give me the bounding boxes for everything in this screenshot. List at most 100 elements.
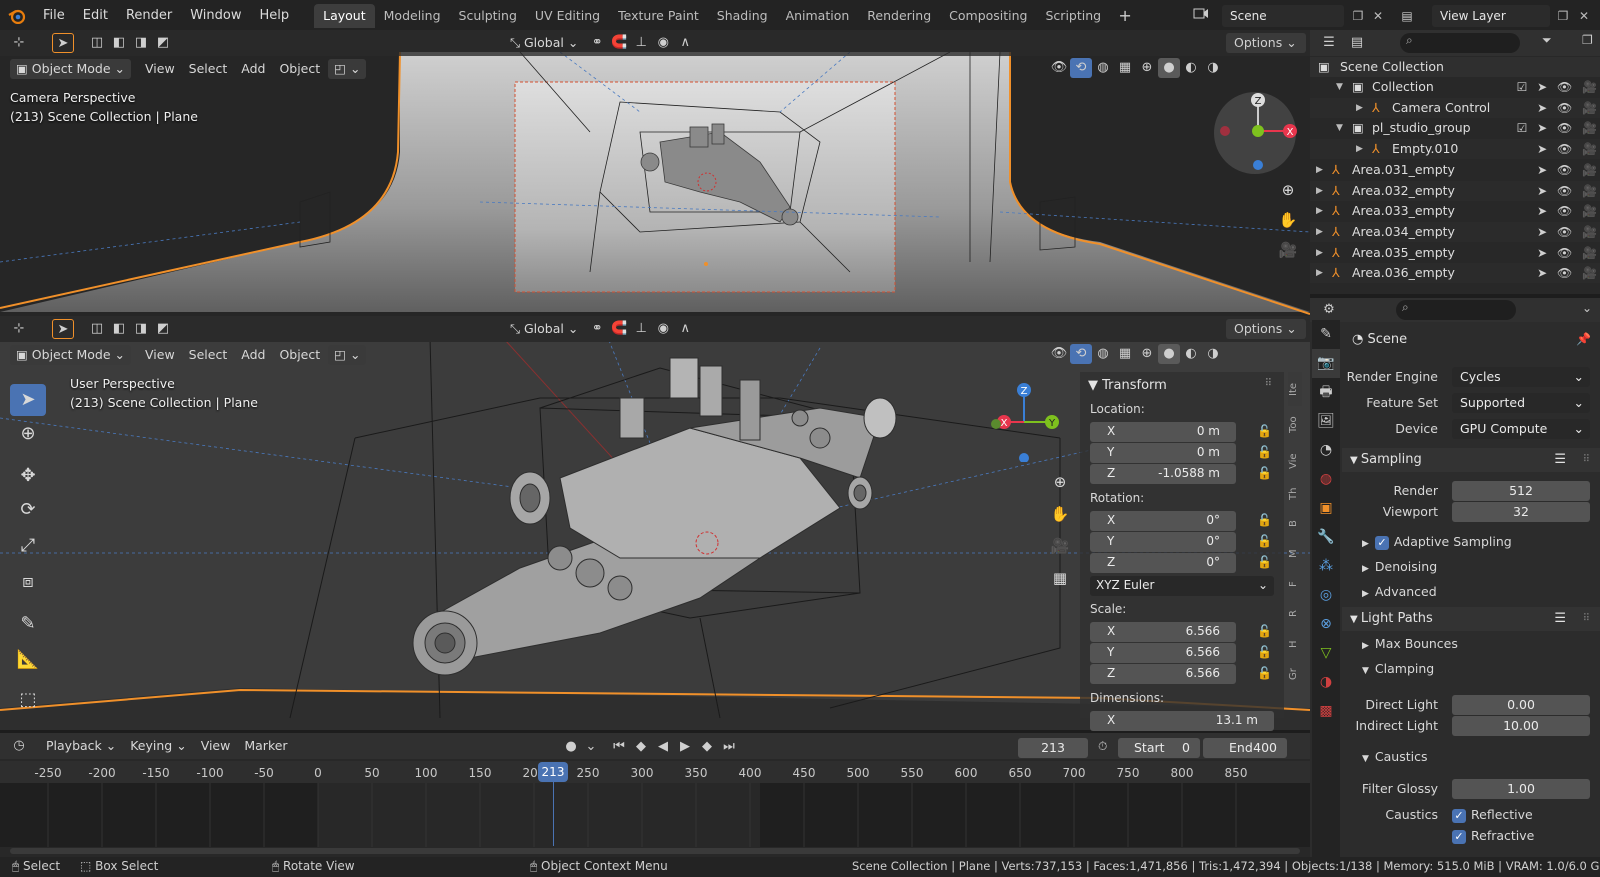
light-paths-panel-header[interactable]: ▼ Light Paths ☰ ⠿ — [1342, 607, 1600, 631]
timeline-track[interactable] — [0, 783, 1310, 847]
filter-glossy-field[interactable]: 1.00 — [1452, 779, 1590, 799]
npanel-tab-th[interactable]: Th — [1288, 480, 1302, 508]
scene-tab-icon[interactable]: ◔ — [1312, 436, 1340, 465]
end-frame-field[interactable]: End 400 — [1203, 738, 1287, 758]
tab-animation[interactable]: Animation — [777, 4, 859, 28]
outliner-row[interactable]: ▶ ⅄ Area.032_empty ➤ 👁 🎥 — [1310, 180, 1600, 201]
row-visibility-controls[interactable]: ➤ 👁 🎥 — [1510, 98, 1600, 118]
expand-arrow-icon[interactable]: ▶ — [1316, 181, 1323, 201]
modifier-tab-icon[interactable]: 🔧 — [1312, 523, 1340, 552]
presets-icon[interactable]: ☰ — [1554, 448, 1566, 472]
constraints-tab-icon[interactable]: ⊗ — [1312, 610, 1340, 639]
main-pivot-icon[interactable]: ⚭ — [586, 319, 608, 339]
main-menu-add[interactable]: Add — [235, 345, 271, 365]
menu-file[interactable]: File — [34, 0, 74, 32]
tab-modeling[interactable]: Modeling — [375, 4, 450, 28]
stopwatch-icon[interactable]: ⏱ — [1098, 739, 1107, 754]
scale-lock-icon[interactable]: 🔓 — [1257, 645, 1272, 659]
xray-icon[interactable]: ▦ — [1114, 58, 1136, 78]
npanel-tab-too[interactable]: Too — [1288, 408, 1302, 442]
scale-lock-icon[interactable]: 🔓 — [1257, 666, 1272, 680]
outliner-root[interactable]: ▣ Scene Collection — [1310, 57, 1600, 77]
sampling-panel-header[interactable]: ▼ Sampling ☰ ⠿ — [1342, 448, 1600, 472]
panel-drag-icon[interactable]: ⠿ — [1265, 378, 1272, 389]
expand-arrow-icon[interactable]: ▶ — [1316, 201, 1323, 221]
display-mode-icon[interactable]: ▤ — [1346, 33, 1368, 53]
menu-help[interactable]: Help — [251, 0, 299, 32]
expand-arrow-icon[interactable]: ▶ — [1356, 98, 1363, 118]
row-visibility-controls[interactable]: ➤ 👁 🎥 — [1510, 181, 1600, 201]
outliner-row[interactable]: ▼ ▣ pl_studio_group ☑ ➤ 👁 🎥 — [1310, 118, 1600, 139]
new-view-layer-icon[interactable]: ❐ — [1553, 5, 1573, 27]
playhead-frame-badge[interactable]: 213 — [538, 762, 568, 782]
rendered-shading-icon[interactable]: ◑ — [1202, 58, 1224, 78]
location-z-field[interactable]: Z -1.0588 m — [1090, 464, 1236, 484]
location-x-field[interactable]: X 0 m — [1090, 422, 1236, 442]
main-menu-select[interactable]: Select — [183, 345, 234, 365]
main-transform-orientation-dropdown[interactable]: ⤡ Global ⌄ — [504, 319, 584, 339]
main-xray-icon[interactable]: ▦ — [1114, 344, 1136, 364]
top-menu-add[interactable]: Add — [235, 59, 271, 79]
pin-icon[interactable]: 📌 — [1576, 332, 1591, 346]
rotation-z-field[interactable]: Z 0° — [1090, 553, 1236, 573]
main-editor-type-icon[interactable]: ⊹ — [8, 319, 30, 339]
select-box-icon[interactable]: ◫ — [86, 33, 108, 53]
render-samples-field[interactable]: 512 — [1452, 481, 1590, 501]
main-solid-shading-icon[interactable]: ● — [1158, 344, 1180, 364]
prev-keyframe-icon[interactable]: ◆ — [630, 737, 652, 757]
zoom-icon[interactable]: ⊕ — [1276, 178, 1300, 202]
main-shading-dropdown[interactable]: ◰ ⌄ — [328, 345, 367, 365]
scale-x-field[interactable]: X 6.566 — [1090, 622, 1236, 642]
select-invert-icon[interactable]: ◩ — [152, 33, 174, 53]
render-engine-dropdown[interactable]: Cycles ⌄ — [1452, 367, 1590, 387]
outliner-row[interactable]: ▶ ⅄ Area.033_empty ➤ 👁 🎥 — [1310, 201, 1600, 222]
jump-start-icon[interactable]: ⏮ — [608, 737, 630, 757]
blender-logo-icon[interactable] — [0, 0, 34, 32]
timeline-editor-icon[interactable]: ◷ — [8, 736, 30, 756]
reflective-toggle[interactable]: ✓ Reflective — [1452, 807, 1533, 823]
pivot-icon[interactable]: ⚭ — [586, 33, 608, 53]
object-tab-icon[interactable]: ▣ — [1312, 494, 1340, 523]
reflective-checkbox[interactable]: ✓ — [1452, 808, 1466, 823]
measure-tool-icon[interactable]: 📐 — [10, 644, 46, 676]
tab-compositing[interactable]: Compositing — [940, 4, 1036, 28]
select-extend-icon[interactable]: ◧ — [108, 33, 130, 53]
record-icon[interactable]: ● — [560, 737, 582, 757]
main-pan-hand-icon[interactable]: ✋ — [1048, 502, 1072, 526]
pan-hand-icon[interactable]: ✋ — [1276, 208, 1300, 232]
rotation-lock-icon[interactable]: 🔓 — [1257, 534, 1272, 548]
delete-scene-icon[interactable]: ✕ — [1368, 5, 1388, 27]
overlay-icon[interactable]: ◍ — [1092, 58, 1114, 78]
rotation-lock-icon[interactable]: 🔓 — [1257, 555, 1272, 569]
menu-window[interactable]: Window — [181, 0, 250, 32]
indirect-light-field[interactable]: 10.00 — [1452, 716, 1590, 736]
main-wireframe-shading-icon[interactable]: ⊕ — [1136, 344, 1158, 364]
expand-arrow-icon[interactable]: ▶ — [1316, 263, 1323, 283]
main-snap-icon[interactable]: 🧲 — [608, 319, 630, 339]
material-tab-icon[interactable]: ◑ — [1312, 668, 1340, 697]
main-material-shading-icon[interactable]: ◐ — [1180, 344, 1202, 364]
npanel-tab-h[interactable]: H — [1288, 630, 1302, 658]
outliner-row[interactable]: ▶ ⅄ Area.031_empty ➤ 👁 🎥 — [1310, 159, 1600, 180]
advanced-subpanel[interactable]: ▶ Advanced — [1362, 584, 1437, 599]
scene-name-field[interactable]: Scene — [1222, 5, 1344, 27]
delete-view-layer-icon[interactable]: ✕ — [1574, 5, 1594, 27]
scale-z-field[interactable]: Z 6.566 — [1090, 664, 1236, 684]
outliner-row[interactable]: ▶ ⅄ Camera Control ➤ 👁 🎥 — [1310, 97, 1600, 118]
location-lock-icon[interactable]: 🔓 — [1257, 445, 1272, 459]
npanel-tab-vie[interactable]: Vie — [1288, 444, 1302, 478]
rotate-tool-icon[interactable]: ⟳ — [10, 494, 46, 526]
outliner-editor-icon[interactable]: ☰ — [1318, 33, 1340, 53]
main-falloff-icon[interactable]: ∧ — [674, 319, 696, 339]
play-icon[interactable]: ▶ — [674, 737, 696, 757]
menu-render[interactable]: Render — [117, 0, 181, 32]
expand-arrow-icon[interactable]: ▼ — [1336, 118, 1343, 138]
tweak-tool-icon[interactable]: ➤ — [10, 384, 46, 416]
location-lock-icon[interactable]: 🔓 — [1257, 466, 1272, 480]
properties-search-input[interactable]: ⌕ — [1396, 300, 1516, 320]
material-shading-icon[interactable]: ◐ — [1180, 58, 1202, 78]
main-grid-view-icon[interactable]: ▦ — [1048, 566, 1072, 590]
row-visibility-controls[interactable]: ☑ ➤ 👁 🎥 — [1510, 77, 1600, 97]
tool-tab-icon[interactable]: ✎ — [1312, 320, 1340, 349]
outliner-row[interactable]: ▶ ⅄ Empty.010 ➤ 👁 🎥 — [1310, 139, 1600, 160]
